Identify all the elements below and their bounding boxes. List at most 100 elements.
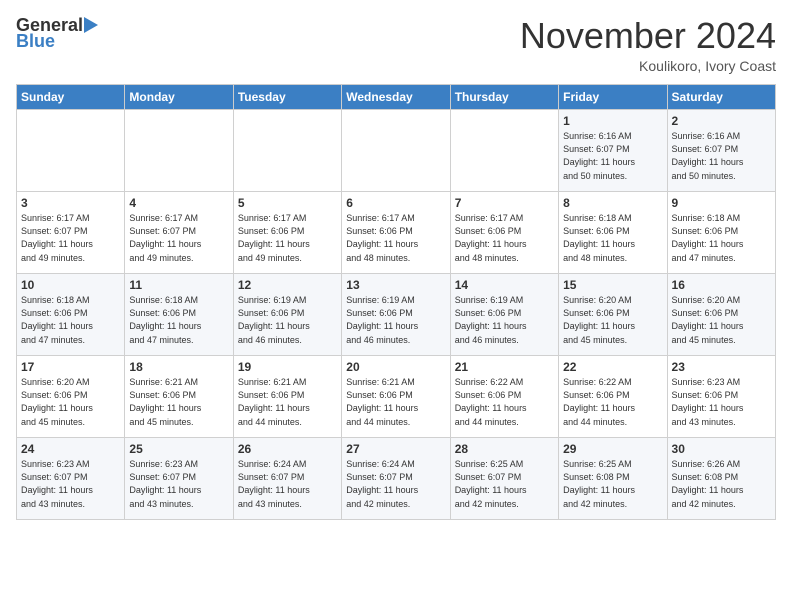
day-info: Sunrise: 6:24 AM Sunset: 6:07 PM Dayligh… [238,458,337,510]
calendar-cell: 19Sunrise: 6:21 AM Sunset: 6:06 PM Dayli… [233,355,341,437]
day-info: Sunrise: 6:22 AM Sunset: 6:06 PM Dayligh… [563,376,662,428]
day-info: Sunrise: 6:18 AM Sunset: 6:06 PM Dayligh… [21,294,120,346]
calendar-cell: 2Sunrise: 6:16 AM Sunset: 6:07 PM Daylig… [667,109,775,191]
calendar-cell: 6Sunrise: 6:17 AM Sunset: 6:06 PM Daylig… [342,191,450,273]
calendar-cell: 9Sunrise: 6:18 AM Sunset: 6:06 PM Daylig… [667,191,775,273]
calendar-week-3: 10Sunrise: 6:18 AM Sunset: 6:06 PM Dayli… [17,273,776,355]
day-number: 13 [346,277,445,294]
calendar-cell: 30Sunrise: 6:26 AM Sunset: 6:08 PM Dayli… [667,437,775,519]
calendar-cell: 15Sunrise: 6:20 AM Sunset: 6:06 PM Dayli… [559,273,667,355]
day-info: Sunrise: 6:17 AM Sunset: 6:07 PM Dayligh… [21,212,120,264]
day-number: 9 [672,195,771,212]
day-number: 17 [21,359,120,376]
day-info: Sunrise: 6:18 AM Sunset: 6:06 PM Dayligh… [563,212,662,264]
day-number: 24 [21,441,120,458]
day-info: Sunrise: 6:19 AM Sunset: 6:06 PM Dayligh… [238,294,337,346]
calendar-week-4: 17Sunrise: 6:20 AM Sunset: 6:06 PM Dayli… [17,355,776,437]
day-number: 18 [129,359,228,376]
day-number: 20 [346,359,445,376]
calendar-cell: 26Sunrise: 6:24 AM Sunset: 6:07 PM Dayli… [233,437,341,519]
day-number: 19 [238,359,337,376]
calendar-cell: 16Sunrise: 6:20 AM Sunset: 6:06 PM Dayli… [667,273,775,355]
calendar-header-friday: Friday [559,84,667,109]
day-number: 30 [672,441,771,458]
day-info: Sunrise: 6:25 AM Sunset: 6:07 PM Dayligh… [455,458,554,510]
calendar-cell [342,109,450,191]
calendar: SundayMondayTuesdayWednesdayThursdayFrid… [16,84,776,520]
calendar-cell: 1Sunrise: 6:16 AM Sunset: 6:07 PM Daylig… [559,109,667,191]
day-number: 26 [238,441,337,458]
day-number: 1 [563,113,662,130]
day-info: Sunrise: 6:23 AM Sunset: 6:07 PM Dayligh… [21,458,120,510]
calendar-cell [233,109,341,191]
day-number: 21 [455,359,554,376]
calendar-cell: 12Sunrise: 6:19 AM Sunset: 6:06 PM Dayli… [233,273,341,355]
day-number: 25 [129,441,228,458]
day-info: Sunrise: 6:16 AM Sunset: 6:07 PM Dayligh… [672,130,771,182]
calendar-cell [125,109,233,191]
day-info: Sunrise: 6:17 AM Sunset: 6:07 PM Dayligh… [129,212,228,264]
day-number: 2 [672,113,771,130]
day-number: 6 [346,195,445,212]
calendar-cell: 18Sunrise: 6:21 AM Sunset: 6:06 PM Dayli… [125,355,233,437]
calendar-cell: 27Sunrise: 6:24 AM Sunset: 6:07 PM Dayli… [342,437,450,519]
day-info: Sunrise: 6:26 AM Sunset: 6:08 PM Dayligh… [672,458,771,510]
day-info: Sunrise: 6:23 AM Sunset: 6:07 PM Dayligh… [129,458,228,510]
calendar-cell: 28Sunrise: 6:25 AM Sunset: 6:07 PM Dayli… [450,437,558,519]
day-info: Sunrise: 6:17 AM Sunset: 6:06 PM Dayligh… [455,212,554,264]
calendar-cell: 10Sunrise: 6:18 AM Sunset: 6:06 PM Dayli… [17,273,125,355]
calendar-cell: 23Sunrise: 6:23 AM Sunset: 6:06 PM Dayli… [667,355,775,437]
header: General Blue November 2024 Koulikoro, Iv… [16,16,776,74]
day-info: Sunrise: 6:16 AM Sunset: 6:07 PM Dayligh… [563,130,662,182]
day-number: 27 [346,441,445,458]
day-info: Sunrise: 6:21 AM Sunset: 6:06 PM Dayligh… [129,376,228,428]
day-number: 15 [563,277,662,294]
day-number: 5 [238,195,337,212]
title-section: November 2024 Koulikoro, Ivory Coast [520,16,776,74]
day-number: 10 [21,277,120,294]
day-number: 16 [672,277,771,294]
day-number: 22 [563,359,662,376]
main-title: November 2024 [520,16,776,56]
calendar-cell: 22Sunrise: 6:22 AM Sunset: 6:06 PM Dayli… [559,355,667,437]
day-info: Sunrise: 6:24 AM Sunset: 6:07 PM Dayligh… [346,458,445,510]
day-info: Sunrise: 6:19 AM Sunset: 6:06 PM Dayligh… [346,294,445,346]
day-number: 28 [455,441,554,458]
calendar-header-tuesday: Tuesday [233,84,341,109]
day-number: 7 [455,195,554,212]
day-number: 3 [21,195,120,212]
logo-arrow-icon [84,15,100,35]
calendar-cell: 8Sunrise: 6:18 AM Sunset: 6:06 PM Daylig… [559,191,667,273]
calendar-cell [450,109,558,191]
calendar-cell: 20Sunrise: 6:21 AM Sunset: 6:06 PM Dayli… [342,355,450,437]
day-number: 12 [238,277,337,294]
day-number: 23 [672,359,771,376]
day-info: Sunrise: 6:23 AM Sunset: 6:06 PM Dayligh… [672,376,771,428]
day-info: Sunrise: 6:21 AM Sunset: 6:06 PM Dayligh… [238,376,337,428]
subtitle: Koulikoro, Ivory Coast [520,58,776,74]
logo: General Blue [16,16,100,52]
day-number: 14 [455,277,554,294]
page: General Blue November 2024 Koulikoro, Iv… [0,0,792,528]
day-info: Sunrise: 6:18 AM Sunset: 6:06 PM Dayligh… [672,212,771,264]
calendar-cell: 3Sunrise: 6:17 AM Sunset: 6:07 PM Daylig… [17,191,125,273]
calendar-cell: 25Sunrise: 6:23 AM Sunset: 6:07 PM Dayli… [125,437,233,519]
day-number: 8 [563,195,662,212]
calendar-cell: 13Sunrise: 6:19 AM Sunset: 6:06 PM Dayli… [342,273,450,355]
day-info: Sunrise: 6:21 AM Sunset: 6:06 PM Dayligh… [346,376,445,428]
day-number: 11 [129,277,228,294]
calendar-header-row: SundayMondayTuesdayWednesdayThursdayFrid… [17,84,776,109]
day-info: Sunrise: 6:20 AM Sunset: 6:06 PM Dayligh… [21,376,120,428]
calendar-week-2: 3Sunrise: 6:17 AM Sunset: 6:07 PM Daylig… [17,191,776,273]
calendar-cell: 5Sunrise: 6:17 AM Sunset: 6:06 PM Daylig… [233,191,341,273]
day-number: 4 [129,195,228,212]
calendar-header-saturday: Saturday [667,84,775,109]
calendar-cell: 24Sunrise: 6:23 AM Sunset: 6:07 PM Dayli… [17,437,125,519]
calendar-header-monday: Monday [125,84,233,109]
day-info: Sunrise: 6:19 AM Sunset: 6:06 PM Dayligh… [455,294,554,346]
calendar-cell: 29Sunrise: 6:25 AM Sunset: 6:08 PM Dayli… [559,437,667,519]
calendar-cell: 21Sunrise: 6:22 AM Sunset: 6:06 PM Dayli… [450,355,558,437]
day-number: 29 [563,441,662,458]
day-info: Sunrise: 6:20 AM Sunset: 6:06 PM Dayligh… [672,294,771,346]
day-info: Sunrise: 6:17 AM Sunset: 6:06 PM Dayligh… [238,212,337,264]
